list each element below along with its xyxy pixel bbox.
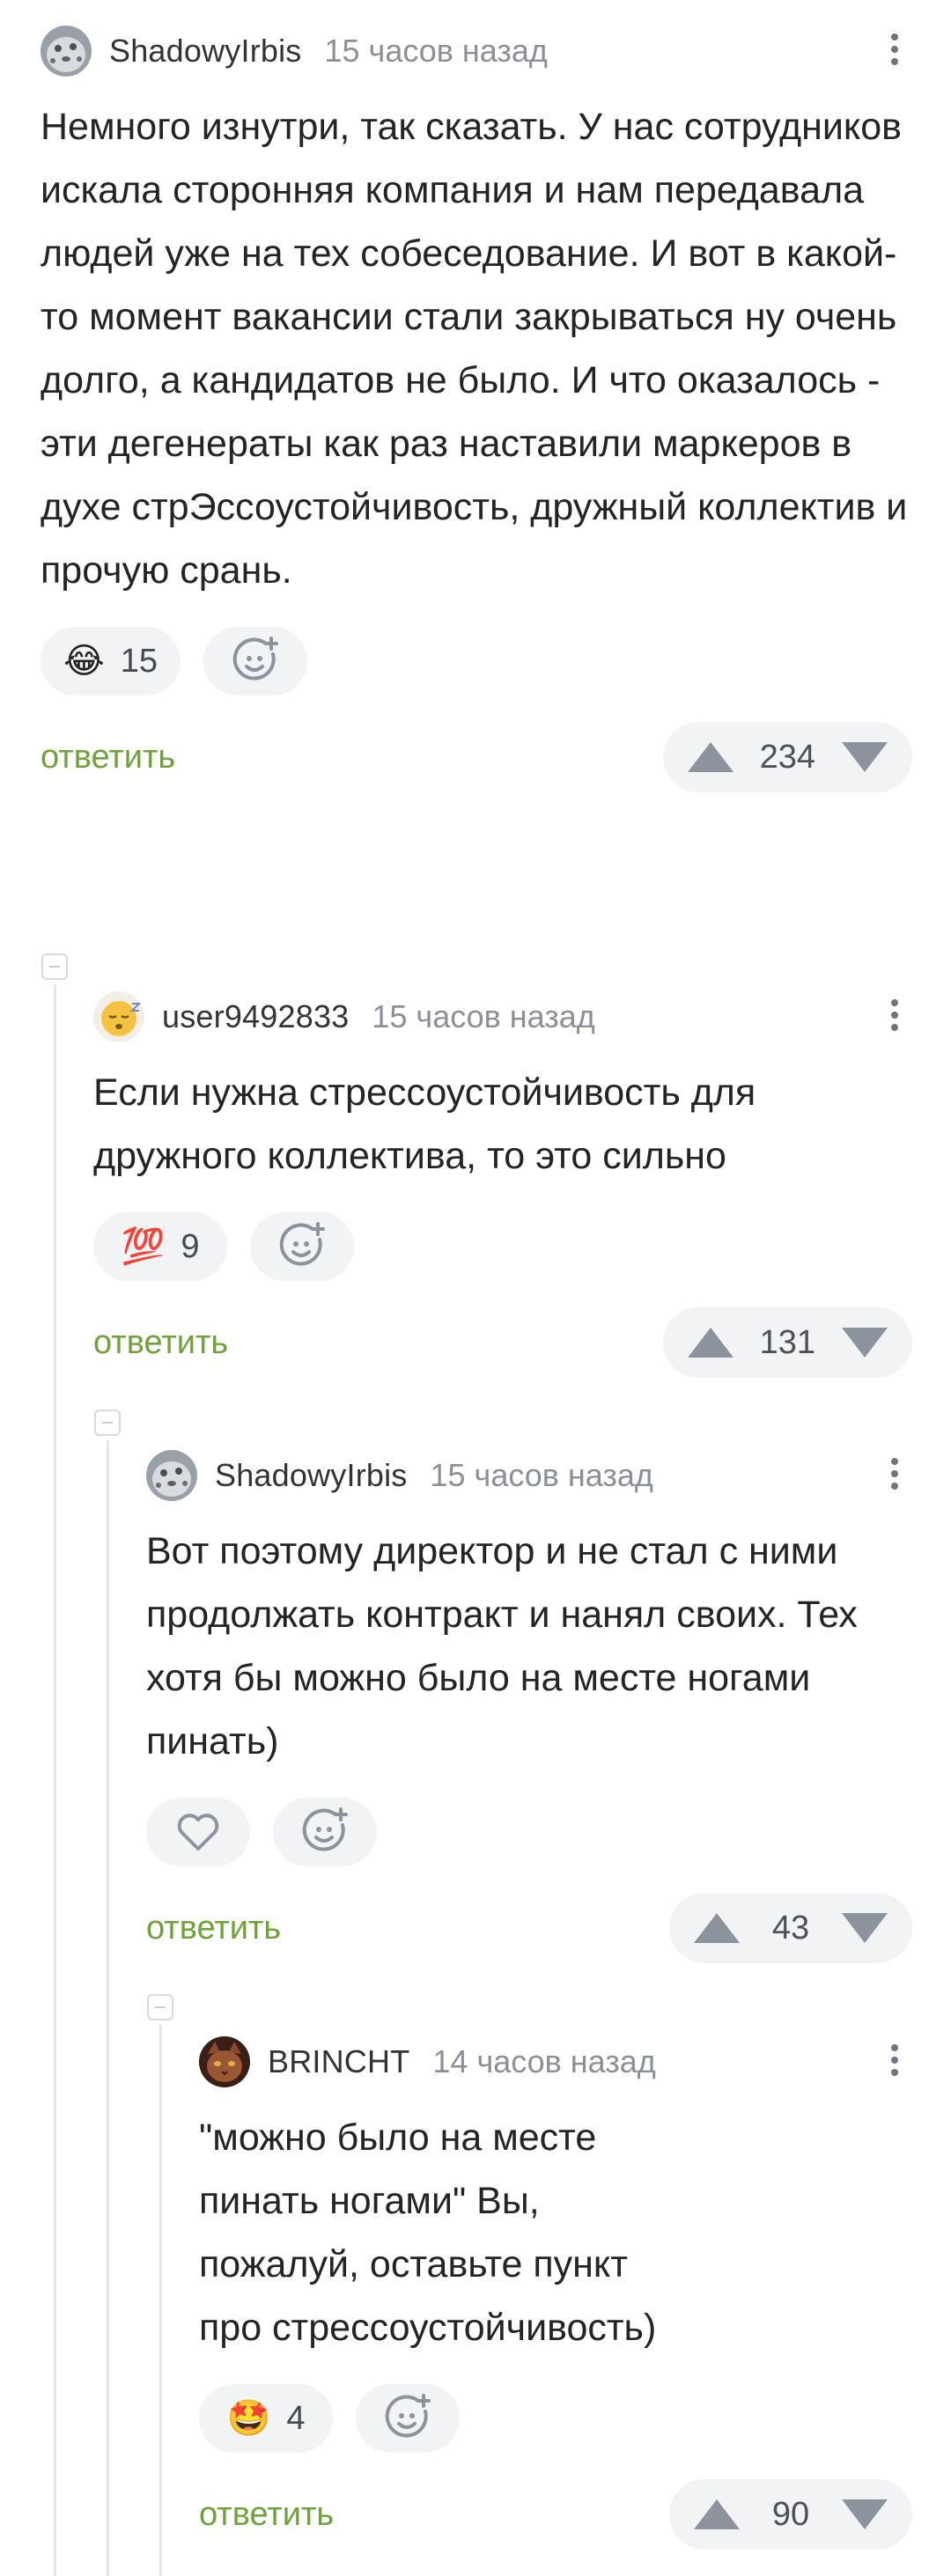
comment-header: user9492833 15 часов назад — [93, 990, 912, 1043]
downvote-arrow-icon[interactable] — [842, 2499, 888, 2529]
reaction-button[interactable]: 🤩 4 — [199, 2384, 333, 2453]
comment-text: Если нужна стрессоустойчивость для дружн… — [93, 1071, 756, 1177]
comment-actions: ответить 43 — [146, 1893, 912, 1963]
comment: BRINCHT 14 часов назад "можно было на ме… — [199, 2035, 912, 2550]
sleepy-face-avatar[interactable] — [93, 991, 144, 1042]
comment-header: ShadowyIrbis 15 часов назад — [41, 25, 912, 77]
cat-avatar[interactable] — [199, 2036, 250, 2087]
downvote-arrow-icon[interactable] — [842, 742, 888, 772]
reaction-button[interactable]: 😂 15 — [41, 627, 181, 696]
downvote-arrow-icon[interactable] — [842, 1328, 888, 1358]
thread-line-level-2 — [107, 1440, 109, 2576]
timestamp[interactable]: 15 часов назад — [431, 1457, 653, 1494]
add-reaction-icon — [385, 2394, 431, 2438]
reactions-row — [146, 1798, 912, 1866]
reply-link[interactable]: ответить — [93, 1324, 228, 1362]
vote-box: 131 — [662, 1307, 912, 1378]
add-reaction-button[interactable] — [250, 1212, 354, 1281]
upvote-arrow-icon[interactable] — [694, 1913, 740, 1943]
username[interactable]: user9492833 — [162, 998, 349, 1035]
more-vertical-icon[interactable] — [877, 26, 912, 76]
more-vertical-icon[interactable] — [877, 2037, 912, 2087]
add-reaction-icon — [302, 1807, 348, 1851]
score: 90 — [771, 2495, 810, 2533]
timestamp[interactable]: 15 часов назад — [372, 998, 594, 1035]
thread-line-level-3 — [159, 2025, 162, 2576]
laughing-emoji-icon: 😂 — [63, 642, 105, 681]
reply-link[interactable]: ответить — [146, 1910, 281, 1947]
comment-header: BRINCHT 14 часов назад — [199, 2035, 912, 2088]
snow-leopard-avatar[interactable] — [41, 26, 92, 77]
add-reaction-icon — [279, 1222, 325, 1266]
hundred-points-icon: 💯 — [121, 1227, 166, 1266]
reactions-row: 🤩 4 — [199, 2384, 912, 2453]
add-reaction-button[interactable] — [203, 627, 308, 696]
reaction-button[interactable]: 💯 9 — [93, 1212, 227, 1281]
reply-link[interactable]: ответить — [41, 739, 175, 776]
reaction-count: 4 — [286, 2399, 306, 2437]
more-vertical-icon[interactable] — [877, 1451, 912, 1500]
snow-leopard-avatar[interactable] — [146, 1450, 197, 1501]
collapse-thread-icon[interactable] — [147, 1994, 173, 2020]
vote-box: 90 — [669, 2479, 912, 2550]
reaction-count: 15 — [120, 642, 158, 680]
username[interactable]: BRINCHT — [268, 2043, 409, 2080]
downvote-arrow-icon[interactable] — [842, 1913, 888, 1943]
upvote-arrow-icon[interactable] — [694, 2499, 740, 2529]
score: 234 — [759, 738, 815, 776]
score: 43 — [771, 1909, 810, 1947]
timestamp[interactable]: 14 часов назад — [432, 2043, 655, 2080]
reactions-row: 😂 15 — [41, 627, 912, 696]
comment-actions: ответить 131 — [93, 1307, 912, 1378]
comment-text: Немного изнутри, так сказать. У нас сотр… — [41, 106, 908, 592]
reply-link[interactable]: ответить — [199, 2496, 334, 2534]
heart-icon — [177, 1814, 219, 1851]
comment-actions: ответить 90 — [199, 2479, 912, 2550]
comment-text: "можно было на месте пинать ногами" Вы, … — [199, 2106, 912, 2359]
collapse-thread-icon[interactable] — [41, 953, 68, 980]
reaction-count: 9 — [181, 1227, 200, 1265]
username[interactable]: ShadowyIrbis — [215, 1457, 408, 1494]
timestamp[interactable]: 15 часов назад — [325, 33, 548, 70]
vote-box: 43 — [669, 1893, 912, 1963]
score: 131 — [759, 1323, 815, 1361]
add-reaction-icon — [232, 637, 279, 681]
upvote-arrow-icon[interactable] — [687, 1328, 734, 1358]
comment-header: ShadowyIrbis 15 часов назад — [146, 1449, 912, 1502]
like-button[interactable] — [146, 1798, 250, 1866]
comment-text-quote: "можно было на месте пинать ногами" Вы, … — [199, 2116, 657, 2349]
comment: ShadowyIrbis 15 часов назад Вот поэтому … — [146, 1449, 912, 1963]
reactions-row: 💯 9 — [93, 1212, 912, 1281]
more-vertical-icon[interactable] — [877, 992, 912, 1041]
star-struck-emoji-icon: 🤩 — [226, 2399, 271, 2438]
add-reaction-button[interactable] — [273, 1798, 377, 1866]
vote-box: 234 — [662, 722, 912, 792]
upvote-arrow-icon[interactable] — [687, 742, 734, 772]
comment-actions: ответить 234 — [41, 722, 912, 792]
add-reaction-button[interactable] — [356, 2384, 460, 2453]
comment-text: Вот поэтому директор и не стал с ними пр… — [146, 1530, 858, 1763]
collapse-thread-icon[interactable] — [94, 1409, 121, 1436]
thread-line-level-1 — [54, 984, 56, 2576]
comment: user9492833 15 часов назад Если нужна ст… — [93, 990, 912, 1378]
comment: ShadowyIrbis 15 часов назад Немного изну… — [41, 25, 912, 792]
username[interactable]: ShadowyIrbis — [109, 33, 302, 70]
